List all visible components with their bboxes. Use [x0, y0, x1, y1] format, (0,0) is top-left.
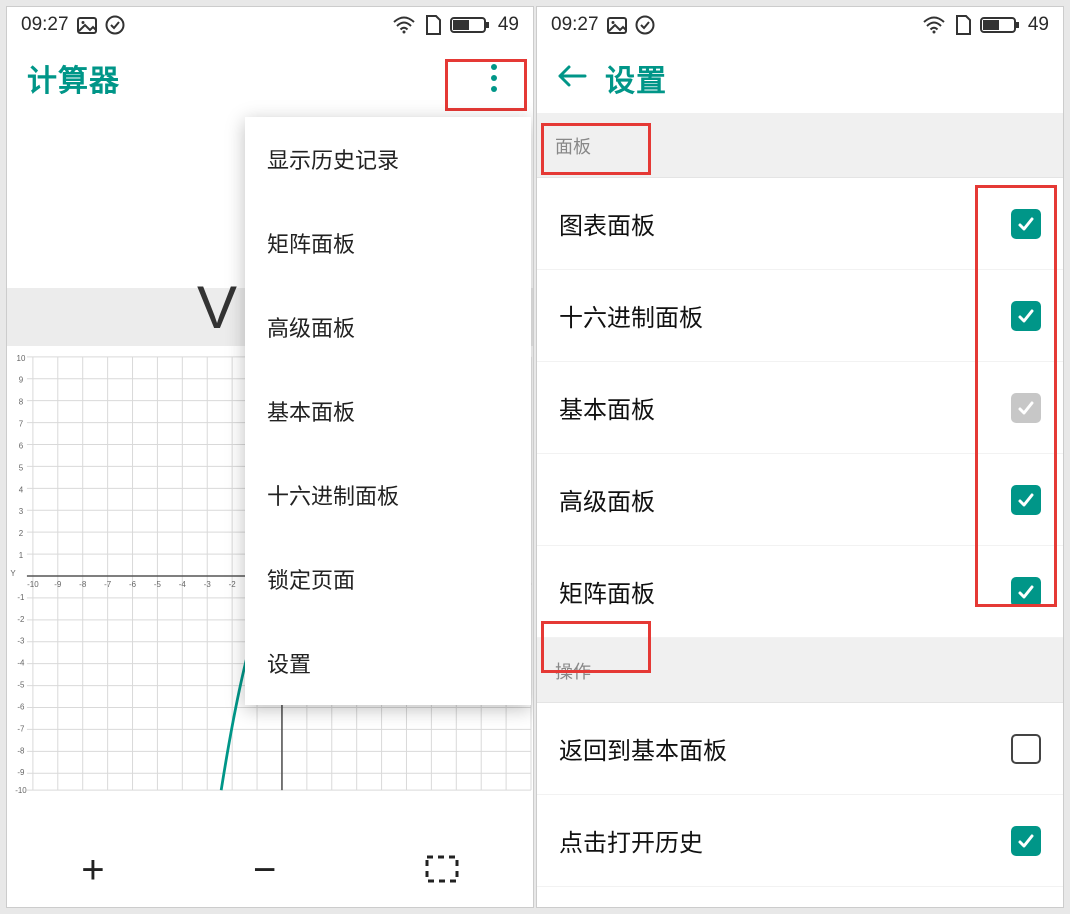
setting-label: 点击打开历史 [559, 823, 703, 858]
setting-row-basic-panel[interactable]: 基本面板 [537, 362, 1063, 454]
status-time: 09:27 [21, 14, 69, 36]
checkbox-on-icon[interactable] [1011, 826, 1041, 856]
graph-toolbar: + − [7, 833, 533, 907]
sim-icon [424, 14, 442, 36]
menu-item-history[interactable]: 显示历史记录 [245, 117, 531, 201]
display-text: V [197, 273, 237, 342]
overflow-menu: 显示历史记录 矩阵面板 高级面板 基本面板 十六进制面板 锁定页面 设置 [245, 117, 531, 705]
svg-text:-5: -5 [17, 681, 25, 690]
setting-row-matrix-panel[interactable]: 矩阵面板 [537, 546, 1063, 638]
setting-label: 图表面板 [559, 206, 655, 241]
svg-text:-2: -2 [17, 615, 25, 624]
zoom-in-button[interactable]: + [81, 848, 104, 893]
svg-text:-9: -9 [17, 768, 25, 777]
svg-text:-6: -6 [129, 580, 137, 589]
svg-text:7: 7 [19, 420, 24, 429]
svg-text:9: 9 [19, 376, 24, 385]
menu-item-settings[interactable]: 设置 [245, 621, 531, 705]
setting-row-chart-panel[interactable]: 图表面板 [537, 178, 1063, 270]
zoom-out-button[interactable]: − [253, 848, 276, 893]
checkbox-disabled-icon [1011, 393, 1041, 423]
section-header-ops: 操作 [537, 638, 1063, 703]
setting-label: 返回到基本面板 [559, 731, 727, 766]
svg-text:-1: -1 [17, 593, 25, 602]
svg-text:6: 6 [19, 441, 24, 450]
svg-text:1: 1 [19, 551, 24, 560]
checkbox-off-icon[interactable] [1011, 734, 1041, 764]
check-circle-icon [105, 15, 125, 35]
checkbox-on-icon[interactable] [1011, 301, 1041, 331]
svg-text:-8: -8 [79, 580, 87, 589]
svg-text:-9: -9 [54, 580, 62, 589]
setting-row-return-basic[interactable]: 返回到基本面板 [537, 703, 1063, 795]
setting-label: 十六进制面板 [559, 298, 703, 333]
setting-label: 高级面板 [559, 482, 655, 517]
setting-label: 矩阵面板 [559, 574, 655, 609]
svg-text:-6: -6 [17, 702, 25, 711]
menu-item-advanced[interactable]: 高级面板 [245, 285, 531, 369]
app-bar: 计算器 [7, 43, 533, 113]
svg-text:-10: -10 [27, 580, 39, 589]
status-battery-text: 49 [1028, 14, 1049, 36]
battery-icon [450, 15, 490, 35]
svg-text:-7: -7 [17, 724, 25, 733]
selection-button[interactable] [425, 848, 459, 893]
svg-text:-3: -3 [204, 580, 212, 589]
sim-icon [954, 14, 972, 36]
status-time: 09:27 [551, 14, 599, 36]
phone-left-calculator: 09:27 49 [6, 6, 534, 908]
setting-row-hex-panel[interactable]: 十六进制面板 [537, 270, 1063, 362]
svg-text:8: 8 [19, 398, 24, 407]
svg-text:-4: -4 [17, 659, 25, 668]
checkbox-on-icon[interactable] [1011, 485, 1041, 515]
app-bar: 设置 [537, 43, 1063, 113]
setting-row-advanced-panel[interactable]: 高级面板 [537, 454, 1063, 546]
check-circle-icon [635, 15, 655, 35]
settings-title: 设置 [605, 56, 667, 100]
phone-right-settings: 09:27 49 [536, 6, 1064, 908]
svg-text:2: 2 [19, 529, 24, 538]
image-icon [607, 17, 627, 34]
back-button[interactable] [557, 64, 587, 93]
svg-text:3: 3 [19, 507, 24, 516]
section-header-panels: 面板 [537, 113, 1063, 178]
wifi-icon [922, 16, 946, 34]
status-bar: 09:27 49 [7, 7, 533, 43]
menu-item-basic[interactable]: 基本面板 [245, 369, 531, 453]
status-battery-text: 49 [498, 14, 519, 36]
image-icon [77, 17, 97, 34]
status-bar: 09:27 49 [537, 7, 1063, 43]
svg-text:Y: Y [10, 569, 16, 578]
setting-label: 基本面板 [559, 390, 655, 425]
checkbox-on-icon[interactable] [1011, 577, 1041, 607]
wifi-icon [392, 16, 416, 34]
svg-text:10: 10 [17, 354, 26, 363]
svg-text:-10: -10 [15, 786, 27, 795]
svg-text:-3: -3 [17, 637, 25, 646]
svg-text:-4: -4 [179, 580, 187, 589]
svg-text:4: 4 [19, 485, 24, 494]
svg-text:-5: -5 [154, 580, 162, 589]
battery-icon [980, 15, 1020, 35]
svg-text:-7: -7 [104, 580, 112, 589]
svg-text:5: 5 [19, 463, 24, 472]
svg-text:-2: -2 [229, 580, 237, 589]
menu-item-lock[interactable]: 锁定页面 [245, 537, 531, 621]
app-title: 计算器 [27, 56, 120, 100]
svg-text:-8: -8 [17, 746, 25, 755]
menu-item-matrix[interactable]: 矩阵面板 [245, 201, 531, 285]
checkbox-on-icon[interactable] [1011, 209, 1041, 239]
menu-item-hex[interactable]: 十六进制面板 [245, 453, 531, 537]
setting-row-open-history[interactable]: 点击打开历史 [537, 795, 1063, 887]
overflow-menu-button[interactable] [475, 50, 513, 106]
